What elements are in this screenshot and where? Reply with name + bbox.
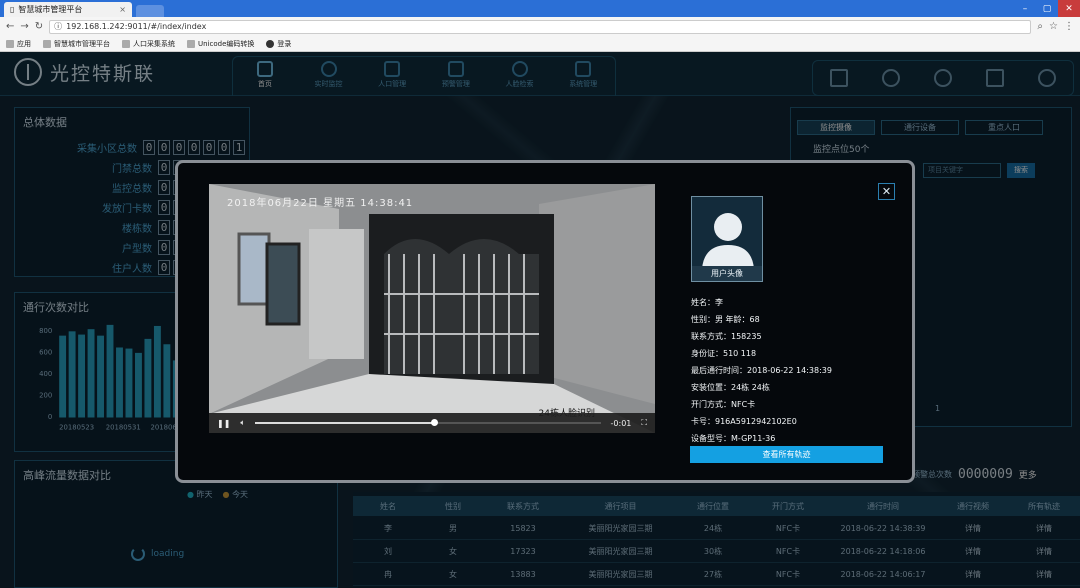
progress-fill [255,419,438,426]
minimize-icon[interactable]: – [1014,0,1036,17]
fullscreen-icon[interactable]: ⛶ [641,418,647,428]
info-open-method: 开门方式：NFC卡 [691,400,756,409]
maximize-icon[interactable]: ▢ [1036,0,1058,17]
zoom-icon[interactable]: ⌕ [1037,21,1043,32]
pass-detail-modal: 2018年06月22日 星期五 14:38:41 24栋人脸识别 ❚❚ 🔈︎ -… [175,160,915,483]
back-icon[interactable]: ← [6,21,14,32]
bookmark-platform[interactable]: 智慧城市管理平台 [43,39,110,49]
forward-icon[interactable]: → [20,21,28,32]
bookmark-unicode[interactable]: Unicode编码转换 [187,39,254,49]
volume-icon[interactable]: 🔈︎ [240,418,245,428]
info-phone: 联系方式：158235 [691,332,762,341]
info-install-location: 安装位置：24栋 24栋 [691,383,770,392]
info-last-pass-time: 最后通行时间：2018-06-22 14:38:39 [691,366,832,375]
pause-icon[interactable]: ❚❚ [217,419,230,428]
browser-tab-bar: ▯ 智慧城市管理平台 × – ▢ ✕ [0,0,1080,17]
globe-icon [266,39,275,48]
screen: ▯ 智慧城市管理平台 × – ▢ ✕ ← → ↻ ⓘ 192.168.1.242:9011/#… [0,0,1080,588]
bookmark-login[interactable]: 登录 [266,39,291,49]
bookmarks-bar: 应用 智慧城市管理平台 人口采集系统 Unicode编码转换 登录 [0,36,1080,52]
info-icon: ⓘ [54,22,63,31]
view-all-tracks-button[interactable]: 查看所有轨迹 [690,446,883,463]
info-card-number: 卡号：916A5912942102E0 [691,417,797,426]
time-remaining: -0:01 [610,418,632,428]
video-player[interactable]: 2018年06月22日 星期五 14:38:41 24栋人脸识别 ❚❚ 🔈︎ -… [209,184,655,433]
avatar-label: 用户头像 [692,266,762,281]
info-gender-age: 性别：男 年龄：68 [691,315,760,324]
address-bar: ← → ↻ ⓘ 192.168.1.242:9011/#/index/index ⌕ ☆… [0,17,1080,36]
info-id-card: 身份证：510 118 [691,349,757,358]
bookmark-apps[interactable]: 应用 [6,39,31,49]
video-progress-bar[interactable] [255,419,601,426]
video-frame [209,184,655,433]
user-avatar: 用户头像 [691,196,763,282]
tab-title: 智慧城市管理平台 [18,5,83,14]
close-window-icon[interactable]: ✕ [1058,0,1080,17]
close-tab-icon[interactable]: × [119,5,126,14]
close-modal-button[interactable]: ✕ [878,183,895,200]
apps-icon [6,39,14,48]
video-controls: ❚❚ 🔈︎ -0:01 ⛶ [209,413,655,433]
page-icon [122,39,130,48]
new-tab-button[interactable] [136,5,164,17]
page-icon [187,39,195,48]
url-text: 192.168.1.242:9011/#/index/index [66,22,207,31]
page-icon [43,39,51,48]
page-icon: ▯ [10,5,15,14]
info-device-model: 设备型号：M-GP11-36 [691,434,776,443]
browser-tab[interactable]: ▯ 智慧城市管理平台 × [4,2,132,17]
bookmark-population[interactable]: 人口采集系统 [122,39,175,49]
url-field[interactable]: ⓘ 192.168.1.242:9011/#/index/index [49,19,1032,34]
star-icon[interactable]: ☆ [1049,21,1058,32]
video-timestamp: 2018年06月22日 星期五 14:38:41 [227,198,414,209]
reload-icon[interactable]: ↻ [35,21,43,32]
info-name: 姓名：李 [691,298,723,307]
menu-icon[interactable]: ⋮ [1064,21,1074,32]
